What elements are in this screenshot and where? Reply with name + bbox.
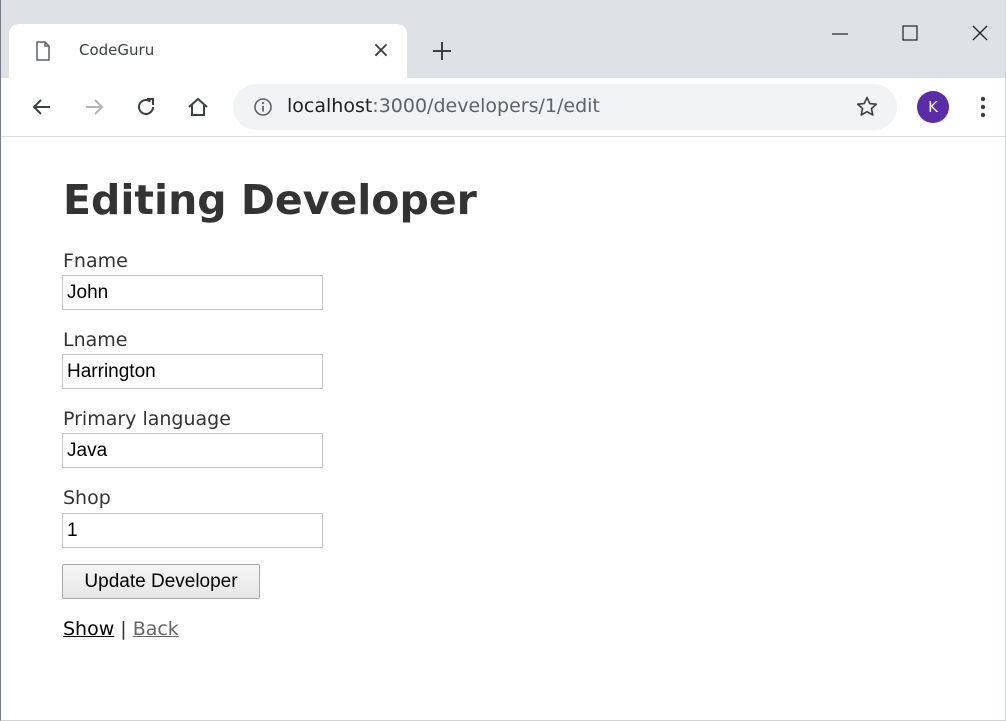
tab-strip: CodeGuru × (1, 0, 1005, 78)
info-icon[interactable] (253, 97, 273, 117)
active-tab[interactable]: CodeGuru × (9, 24, 407, 78)
lname-label: Lname (63, 329, 128, 351)
shop-input[interactable] (62, 513, 323, 548)
plus-icon[interactable] (429, 38, 455, 64)
url-host: localhost (287, 95, 373, 117)
kebab-menu-icon[interactable] (971, 94, 995, 120)
fname-label: Fname (63, 250, 128, 272)
primary-language-label: Primary language (63, 408, 231, 430)
update-developer-button[interactable]: Update Developer (62, 564, 260, 599)
reload-icon[interactable] (133, 94, 159, 120)
avatar[interactable]: K (917, 91, 949, 123)
page-content: Editing Developer Fname Lname Primary la… (1, 138, 1005, 721)
forward-arrow-icon[interactable] (81, 94, 107, 120)
page-icon (36, 41, 50, 61)
show-link[interactable]: Show (63, 618, 114, 640)
shop-label: Shop (63, 487, 111, 509)
address-bar[interactable]: localhost:3000/developers/1/edit (233, 84, 897, 130)
star-icon[interactable] (855, 95, 879, 119)
url-path: :3000/developers/1/edit (372, 95, 600, 117)
primary-language-input[interactable] (62, 433, 323, 468)
page-title: Editing Developer (63, 176, 477, 224)
home-icon[interactable] (185, 94, 211, 120)
browser-window: CodeGuru × localhost:3000/developers/1/e… (0, 0, 1006, 721)
footer-links: Show | Back (63, 618, 179, 640)
window-close-icon[interactable] (965, 18, 995, 48)
maximize-icon[interactable] (895, 18, 925, 48)
fname-input[interactable] (62, 275, 323, 310)
back-link[interactable]: Back (133, 618, 179, 640)
close-icon[interactable]: × (369, 39, 393, 63)
lname-input[interactable] (62, 354, 323, 389)
browser-toolbar: localhost:3000/developers/1/edit K (1, 78, 1005, 137)
tab-title: CodeGuru (79, 41, 155, 59)
link-separator: | (120, 618, 127, 640)
back-arrow-icon[interactable] (29, 94, 55, 120)
url-text[interactable]: localhost:3000/developers/1/edit (287, 95, 600, 117)
minimize-icon[interactable] (825, 18, 855, 48)
